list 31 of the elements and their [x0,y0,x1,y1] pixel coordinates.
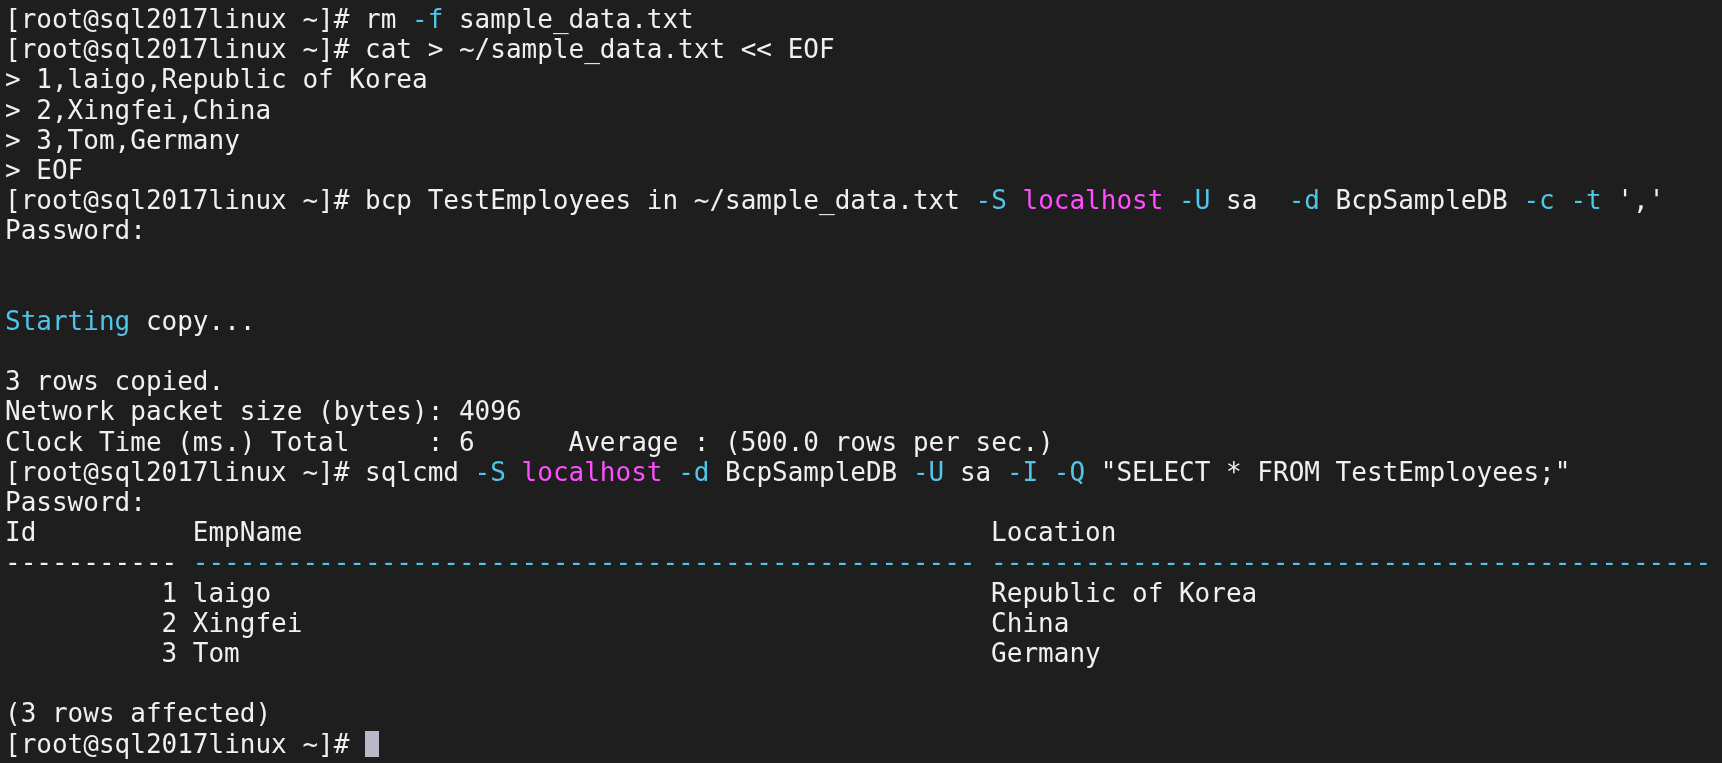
table-cell-text: 2 [160,607,178,638]
terminal-line: (3 rows affected) [5,698,273,729]
table-cell-text: Tom [192,637,240,669]
column-header: Location [991,517,1118,548]
terminal-line: > 2,Xingfei,China [5,94,273,125]
terminal-line: > EOF [5,154,84,186]
table-cell-text: 3 [160,637,178,669]
table-cell-text: Xingfei [192,607,304,638]
separator-dashes: ---------------------------------------------- [991,547,1712,578]
prompt-text: [root@sql2017linux ~]# [5,728,351,759]
terminal-line: [root@sql2017linux ~]# sqlcmd -S localhost -d BcpSampleDB -U sa -I -Q "SELECT * FROM TestEmployees;" [5,456,1572,487]
table-cell-text: Germany [991,637,1102,669]
terminal-line: Starting copy... [5,305,257,337]
terminal-line: > 1,laigo,Republic of Korea [5,64,429,95]
terminal-line: Network packet size (bytes): 4096 [5,396,523,427]
table-cell-text: China [991,607,1070,638]
terminal-line: Password: [5,215,147,246]
column-header: EmpName [192,517,304,548]
separator-dashes: ----------- [5,547,178,578]
separator-dashes: -------------------------------------------------- [192,547,976,578]
table-cell-text: laigo [192,577,273,608]
terminal-line: > 3,Tom,Germany [5,124,240,155]
table-cell-text: Republic of Korea [991,577,1259,608]
terminal-line: Password: [5,487,147,518]
table-cell-text: 1 [160,577,178,608]
terminal-line: Clock Time (ms.) Total : 6 Average : (500.0 rows per sec.) [5,426,1055,457]
terminal-line: [root@sql2017linux ~]# cat > ~/sample_data.txt << EOF [5,34,836,65]
terminal-line: [root@sql2017linux ~]# rm -f sample_data.txt [5,4,695,35]
column-header: Id [5,517,38,548]
terminal-line: 3 rows copied. [5,366,226,397]
terminal-line: [root@sql2017linux ~]# bcp TestEmployees in ~/sample_data.txt -S localhost -U sa -d BcpSampleDB -c -t ',' [5,185,1666,216]
